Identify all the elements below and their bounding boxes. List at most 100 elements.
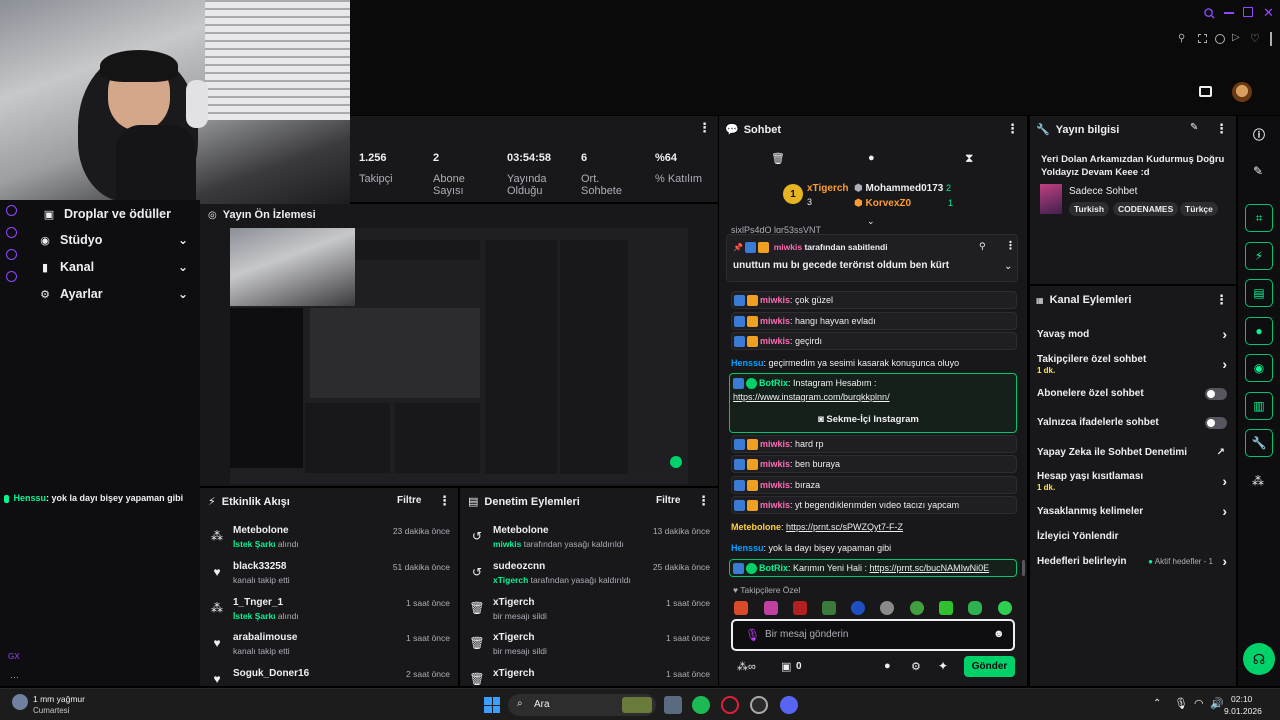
chat-message[interactable]: miwkis: hard rp (731, 435, 1017, 453)
broadcast-button[interactable]: ◉ (1245, 354, 1273, 382)
send-button[interactable]: Gönder (964, 656, 1015, 677)
instagram-link[interactable]: https://www.instagram.com/burqkkplnn/ (733, 392, 890, 402)
taskbar-search[interactable]: ⌕ Ara (508, 694, 656, 716)
chat-message[interactable]: miwkis: yt begendıklerımden vıdeo tacızı… (731, 496, 1017, 514)
tag-chip[interactable]: CODENAMES (1113, 202, 1179, 216)
clip-icon[interactable] (1198, 34, 1207, 43)
info-icon[interactable]: ⓘ (1253, 126, 1265, 143)
chevron-down-icon[interactable]: ⌄ (1004, 261, 1012, 272)
goals-row[interactable]: Hedefleri belirleyin ● Aktif hedefler - 1… (1037, 553, 1227, 569)
emote-icon[interactable] (998, 601, 1012, 615)
nav-settings[interactable]: ⚙ Ayarlar ⌄ (38, 283, 188, 305)
more-options-icon[interactable]: ⋮ (1215, 292, 1228, 308)
pin-icon[interactable]: ⚲ (1178, 33, 1185, 44)
chat-message[interactable]: Henssu: yok la dayı bişey yapaman gibi (731, 542, 1017, 554)
mod-item[interactable]: 🗑 xTigerch bir mesajı sildi 1 saat önce (469, 632, 710, 666)
leaderboard-row[interactable]: ⬢ Mohammed0173 (854, 183, 943, 194)
unpin-icon[interactable]: ⚲ (979, 241, 986, 252)
more-options-icon[interactable]: ⋮ (1005, 239, 1016, 252)
chat-scrollbar[interactable] (1022, 560, 1025, 576)
emote-icon[interactable] (793, 601, 807, 615)
leaderboard-row[interactable]: ⬢ KorvexZ0 (854, 198, 911, 209)
gear-icon[interactable]: ⚙ (911, 660, 921, 673)
extensions-icon[interactable]: ⁂ (1252, 474, 1264, 488)
microphone-icon[interactable]: 🎙 (745, 628, 760, 642)
lightning-button[interactable]: ⚡ (1245, 242, 1273, 270)
emote-icon[interactable] (880, 601, 894, 615)
chat-link[interactable]: https://prnt.sc/bucNAMIwNi0E (870, 563, 990, 573)
task-view-icon[interactable] (664, 696, 682, 714)
emote-icon[interactable] (851, 601, 865, 615)
weather-icon[interactable] (12, 694, 28, 710)
chat-username[interactable]: Henssu (14, 493, 47, 503)
microphone-icon[interactable]: 🎙 (1174, 697, 1188, 710)
obs-icon[interactable] (750, 696, 768, 714)
more-icon[interactable]: ··· (10, 672, 19, 682)
spotify-icon[interactable] (692, 696, 710, 714)
chat-message[interactable]: miwkis: çok güzel (731, 291, 1017, 309)
banned-words-row[interactable]: Yasaklanmış kelimeler › (1037, 503, 1227, 519)
chat-button[interactable]: ● (1245, 317, 1273, 345)
slow-mode-row[interactable]: Yavaş mod › (1037, 326, 1227, 342)
chevron-up-icon[interactable]: ⌃ (1153, 698, 1161, 709)
emote-icon[interactable] (910, 601, 924, 615)
instagram-tab-button[interactable]: ◙ Sekme-İçi Instagram (818, 414, 919, 425)
subscribers-only-toggle[interactable] (1205, 388, 1227, 400)
close-icon[interactable]: ✕ (1263, 5, 1274, 21)
chat-message[interactable]: miwkis: geçirdı (731, 332, 1017, 350)
emote-icon[interactable] (822, 601, 836, 615)
emote-icon[interactable] (939, 601, 953, 615)
volume-icon[interactable]: 🔊 (1210, 697, 1224, 710)
mod-item[interactable]: ↺ Metebolone miwkis tarafından yasağı ka… (470, 525, 710, 559)
clock-icon[interactable] (6, 227, 17, 238)
weather-text[interactable]: 1 mm yağmur (33, 694, 85, 704)
nav-studio[interactable]: ◉ Stüdyo ⌄ (38, 229, 188, 251)
raid-row[interactable]: İzleyici Yönlendir (1037, 531, 1227, 542)
opera-gx-icon[interactable] (721, 696, 739, 714)
mod-item[interactable]: 🗑 xTigerch bir mesajı sildi 1 saat önce (469, 597, 710, 631)
activity-item[interactable]: ⁂ 1_Tnger_1 İstek Şarkı alındı 1 saat ön… (210, 597, 450, 631)
minimize-icon[interactable] (1224, 12, 1234, 14)
nav-drops[interactable]: ▣ Droplar ve ödüller (42, 203, 192, 225)
clock-time[interactable]: 02:10 (1231, 694, 1252, 704)
search-icon[interactable] (1203, 7, 1215, 19)
ai-moderation-row[interactable]: Yapay Zeka ile Sohbet Denetimi ↗ (1037, 447, 1227, 458)
chat-bubble-icon[interactable]: ● (884, 660, 891, 672)
emote-only-toggle[interactable] (1205, 417, 1227, 429)
subscribers-only-row[interactable]: Abonelere özel sohbet (1037, 388, 1227, 400)
followers-only-row[interactable]: Takipçilere özel sohbet 1 dk. › (1037, 354, 1227, 375)
points-icon[interactable]: ⁂∞ (737, 660, 756, 673)
gx-icon[interactable]: GX (8, 652, 20, 661)
creator-dashboard-icon[interactable] (1199, 86, 1212, 97)
chat-message[interactable]: miwkis: ben buraya (731, 455, 1017, 473)
nav-channel[interactable]: ▮ Kanal ⌄ (38, 256, 188, 278)
bot-message-card[interactable]: BotRix: Instagram Hesabım : https://www.… (729, 373, 1017, 433)
account-age-row[interactable]: Hesap yaşı kısıtlaması 1 dk. › (1037, 471, 1227, 492)
more-options-icon[interactable]: ⋮ (438, 493, 451, 509)
play-icon[interactable]: ▷ (1232, 32, 1240, 43)
chat-input[interactable]: 🎙 Bir mesaj gönderin ☻ (731, 619, 1015, 651)
chat-message[interactable]: Henssu: geçirmedim ya sesimi kasarak kon… (731, 357, 1017, 369)
clock-date[interactable]: 9.01.2026 (1224, 706, 1262, 716)
trash-icon[interactable]: 🗑 (771, 152, 785, 165)
clip-button[interactable]: ⌗ (1245, 204, 1273, 232)
puzzle-icon[interactable]: ✦ (938, 659, 948, 673)
emoji-icon[interactable]: ☻ (993, 628, 1005, 640)
more-options-icon[interactable]: ⋮ (1215, 121, 1228, 137)
mod-filter-button[interactable]: Filtre (656, 495, 680, 506)
leaderboard-leader-name[interactable]: xTigerch (807, 183, 849, 194)
wrench-button[interactable]: 🔧 (1245, 429, 1273, 457)
emote-only-row[interactable]: Yalnızca ifadelerle sohbet (1037, 417, 1227, 429)
stream-preview-video[interactable] (230, 228, 688, 484)
maximize-icon[interactable] (1243, 7, 1253, 17)
chat-message[interactable]: miwkis: hangı hayvan evladı (731, 312, 1017, 330)
windows-start-icon[interactable] (484, 697, 500, 713)
activity-item[interactable]: ♥ black33258 kanalı takip etti 51 dakika… (210, 561, 450, 595)
layout-button[interactable]: ▥ (1245, 392, 1273, 420)
chat-message[interactable]: Metebolone: https://prnt.sc/sPWZQyt7-F-Z (731, 521, 1017, 533)
settings-icon[interactable] (6, 271, 17, 282)
help-button[interactable]: ☊ (1243, 643, 1275, 675)
heart-icon[interactable]: ♡ (1250, 32, 1260, 45)
emote-icon[interactable] (764, 601, 778, 615)
chat-bubble-icon[interactable]: ● (868, 152, 875, 164)
